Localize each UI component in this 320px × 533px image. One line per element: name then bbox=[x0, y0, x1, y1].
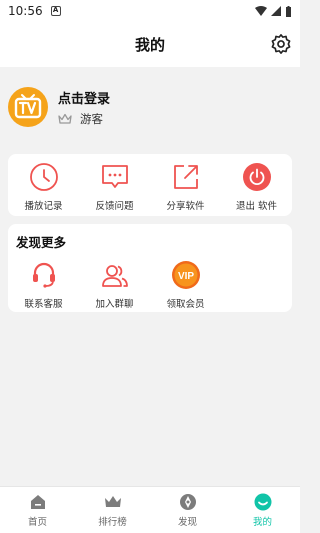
quick-action-label: 反馈问题 bbox=[95, 201, 134, 212]
quick-action-label: 分享软件 bbox=[166, 201, 205, 212]
wifi-icon bbox=[255, 6, 267, 16]
tab-ranking[interactable]: 排行榜 bbox=[75, 487, 150, 533]
feedback-button[interactable]: 反馈问题 bbox=[79, 162, 150, 212]
share-icon bbox=[173, 165, 198, 189]
headset-icon bbox=[32, 262, 55, 288]
discover-card: 发现更多 联系客服 加入群聊 VIP 领取会员 bbox=[8, 224, 292, 312]
crown-icon bbox=[58, 113, 72, 124]
page-title: 我的 bbox=[134, 36, 165, 54]
quick-actions-card: 播放记录 反馈问题 分享软件 退出 软件 bbox=[8, 154, 292, 216]
tv-logo-avatar[interactable] bbox=[8, 87, 48, 127]
discover-item-label: 加入群聊 bbox=[95, 299, 134, 310]
quick-action-label: 退出 软件 bbox=[235, 201, 278, 212]
user-level-label: 游客 bbox=[80, 112, 103, 126]
tab-home[interactable]: 首页 bbox=[0, 487, 75, 533]
join-group-button[interactable]: 加入群聊 bbox=[79, 260, 150, 310]
vip-icon: VIP bbox=[171, 261, 200, 289]
chat-icon bbox=[101, 165, 128, 188]
discover-item-label: 领取会员 bbox=[166, 299, 205, 310]
user-level: 游客 bbox=[58, 111, 103, 127]
svg-text:VIP: VIP bbox=[177, 271, 193, 282]
crown-icon bbox=[104, 496, 121, 507]
clock-icon bbox=[29, 163, 58, 191]
signal-icon bbox=[271, 6, 281, 16]
tab-label: 发现 bbox=[177, 517, 197, 528]
discover-item-label: 联系客服 bbox=[24, 299, 63, 310]
tab-label: 我的 bbox=[252, 517, 272, 528]
quick-action-label: 播放记录 bbox=[24, 201, 63, 212]
quick-actions-grid: 播放记录 反馈问题 分享软件 退出 软件 bbox=[8, 162, 292, 212]
tab-label: 首页 bbox=[27, 517, 47, 528]
home-icon bbox=[30, 495, 45, 509]
app-header: 我的 bbox=[0, 22, 300, 67]
tab-label: 排行榜 bbox=[98, 517, 127, 528]
group-icon bbox=[101, 265, 128, 287]
share-app-button[interactable]: 分享软件 bbox=[150, 162, 221, 212]
login-link[interactable]: 点击登录 bbox=[58, 88, 110, 107]
get-vip-button[interactable]: VIP 领取会员 bbox=[150, 260, 221, 310]
gear-icon[interactable] bbox=[270, 33, 292, 55]
discover-title: 发现更多 bbox=[16, 235, 67, 250]
status-bar: 10:56 A bbox=[0, 0, 300, 22]
status-icons bbox=[255, 5, 292, 17]
power-icon bbox=[242, 163, 271, 191]
compass-icon bbox=[179, 494, 196, 510]
battery-icon bbox=[286, 5, 291, 17]
contact-support-button[interactable]: 联系客服 bbox=[8, 260, 79, 310]
bottom-nav: 首页 排行榜 发现 我的 bbox=[0, 486, 300, 533]
profile-section[interactable]: 点击登录 游客 bbox=[0, 67, 300, 147]
notification-icon: A bbox=[50, 6, 61, 16]
tab-discover[interactable]: 发现 bbox=[150, 487, 225, 533]
play-history-button[interactable]: 播放记录 bbox=[8, 162, 79, 212]
tab-mine[interactable]: 我的 bbox=[225, 487, 300, 533]
discover-grid: 联系客服 加入群聊 VIP 领取会员 bbox=[8, 260, 292, 310]
status-time: 10:56 bbox=[8, 4, 43, 18]
exit-app-button[interactable]: 退出 软件 bbox=[221, 162, 292, 212]
smile-icon bbox=[254, 493, 271, 511]
